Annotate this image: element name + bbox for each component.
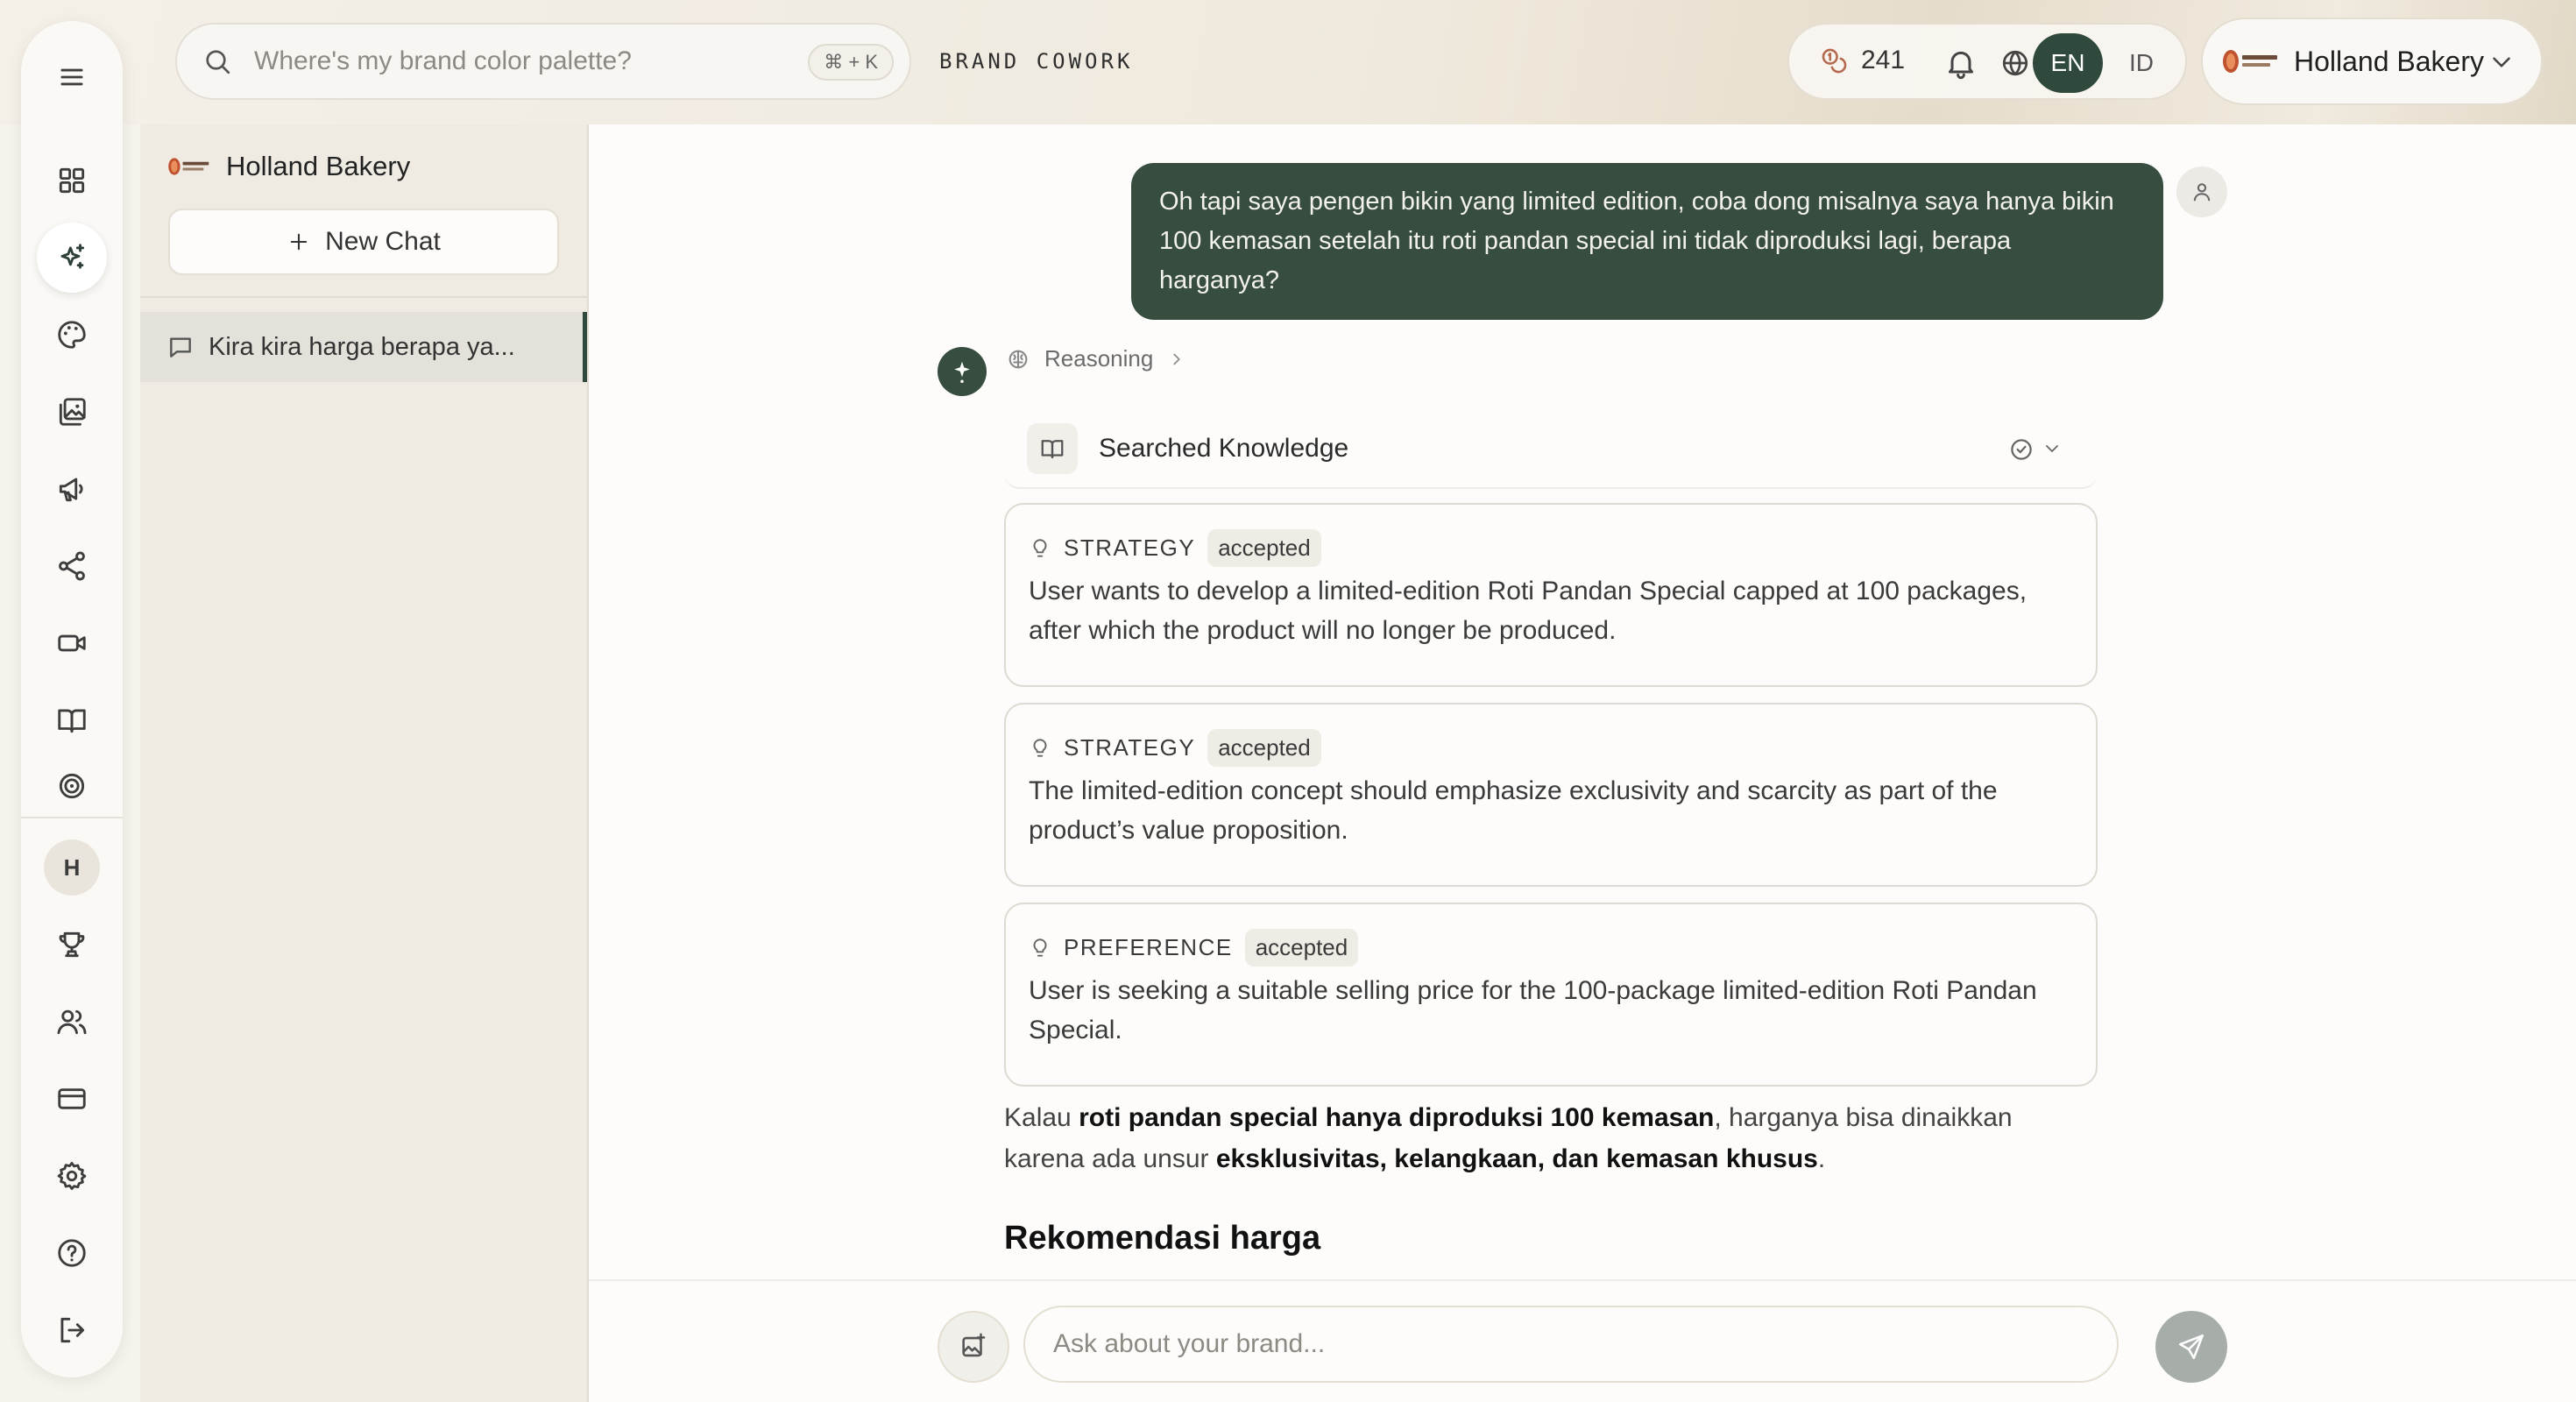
chat-bubble-icon [170,337,191,358]
message-composer [589,1279,2576,1402]
check-circle-icon [2011,439,2032,460]
plus-icon [290,233,308,251]
sidebar-brand-name: Holland Bakery [226,151,411,181]
search-shortcut: ⌘ + K [808,44,894,81]
assistant-answer: Kalau roti pandan special hanya diproduk… [1004,1097,2099,1179]
lightbulb-icon [1033,538,1047,557]
knowledge-text: User wants to develop a limited-edition … [1029,577,2028,645]
answer-text: Kalau [1004,1103,1079,1132]
chevron-down-icon [2046,445,2058,452]
knowledge-text: User is seeking a suitable selling price… [1029,976,2037,1044]
avatar[interactable]: H [44,839,100,896]
credits-value: 241 [1861,46,1906,74]
credits-counter[interactable]: 241 [1819,46,1905,75]
language-id-button[interactable]: ID [2106,33,2176,93]
users-icon[interactable] [37,987,107,1057]
lightbulb-icon [1033,938,1047,957]
account-name: Holland Bakery [2294,45,2484,77]
reasoning-toggle[interactable]: Reasoning [1006,345,1186,372]
bell-icon[interactable] [1943,46,1978,81]
help-icon[interactable] [37,1218,107,1288]
section-heading: Rekomendasi harga [1004,1220,1321,1257]
dashboard-icon[interactable] [37,145,107,216]
card-icon[interactable] [37,1064,107,1134]
chat-title: Kira kira harga berapa ya... [209,332,515,361]
target-icon[interactable] [37,762,107,801]
searched-knowledge-header[interactable]: Searched Knowledge [1004,410,2098,489]
search-icon [206,50,230,74]
search-input[interactable] [254,46,797,76]
knowledge-card: PREFERENCE accepted User is seeking a su… [1004,903,2098,1087]
icon-rail: H [21,21,123,1377]
status-badge: accepted [1244,929,1359,967]
chevron-right-icon [1173,353,1180,365]
attach-image-button[interactable] [938,1311,1009,1383]
answer-emphasis: roti pandan special hanya diproduksi 100… [1079,1103,1715,1132]
sidebar-divider [140,296,587,298]
sidebar-brand: Holland Bakery [166,151,410,182]
answer-text: . [1817,1144,1826,1173]
share-icon[interactable] [37,531,107,601]
language-en-button[interactable]: EN [2033,33,2103,93]
megaphone-icon[interactable] [37,454,107,524]
app-title: BRAND COWORK [939,49,1134,74]
global-search[interactable]: ⌘ + K [175,23,911,100]
assistant-avatar [938,347,987,396]
lightbulb-icon [1033,738,1047,757]
image-add-icon [962,1333,986,1357]
header-controls: 241 EN ID [1787,23,2187,100]
send-icon [2178,1334,2204,1360]
brand-logo [2223,50,2277,73]
rail-divider [21,817,123,818]
user-message: Oh tapi saya pengen bikin yang limited e… [1131,163,2163,320]
knowledge-text: The limited-edition concept should empha… [1029,776,1998,845]
searched-knowledge-label: Searched Knowledge [1099,434,1349,463]
sparkle-icon [954,361,970,383]
chat-sidebar: Holland Bakery New Chat Kira kira harga … [140,124,589,1402]
user-avatar [2176,166,2227,217]
knowledge-type: STRATEGY [1064,734,1196,761]
palette-icon[interactable] [37,300,107,370]
brand-logo [168,158,209,175]
chat-input[interactable] [1023,1306,2119,1383]
coins-icon [1822,48,1847,74]
menu-icon[interactable] [37,42,107,112]
status-badge: accepted [1207,529,1321,567]
trophy-icon[interactable] [37,910,107,980]
gear-icon[interactable] [37,1141,107,1211]
book-open-icon [1027,423,1078,474]
knowledge-type: STRATEGY [1064,535,1196,561]
book-icon[interactable] [37,685,107,755]
user-icon [2193,183,2211,202]
new-chat-button[interactable]: New Chat [168,209,559,275]
knowledge-card: STRATEGY accepted The limited-edition co… [1004,703,2098,887]
globe-icon [2002,50,2028,76]
brain-icon [1008,350,1028,368]
reasoning-label: Reasoning [1044,345,1154,372]
account-switcher[interactable]: Holland Bakery [2201,18,2543,105]
knowledge-type: PREFERENCE [1064,934,1233,960]
answer-emphasis: eksklusivitas, kelangkaan, dan kemasan k… [1215,1144,1818,1173]
send-button[interactable] [2155,1311,2227,1383]
knowledge-card: STRATEGY accepted User wants to develop … [1004,503,2098,687]
logout-icon[interactable] [37,1295,107,1365]
chat-list-item[interactable]: Kira kira harga berapa ya... [140,312,587,382]
ai-sparkle-icon[interactable] [37,223,107,293]
conversation-area: Oh tapi saya pengen bikin yang limited e… [589,124,2576,1279]
images-icon[interactable] [37,377,107,447]
status-badge: accepted [1207,729,1321,767]
new-chat-label: New Chat [325,227,441,256]
video-icon[interactable] [37,608,107,678]
chevron-down-icon [2493,57,2510,67]
